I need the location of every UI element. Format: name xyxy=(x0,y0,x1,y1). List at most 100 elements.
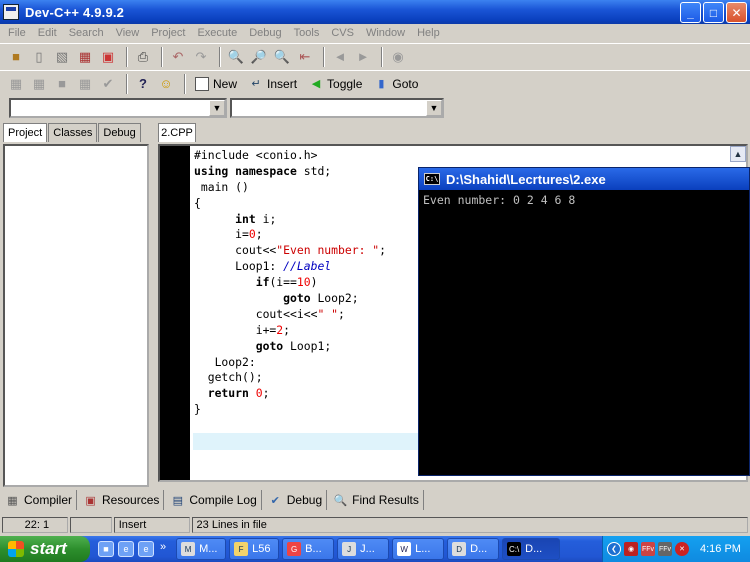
start-button[interactable]: start xyxy=(0,536,90,562)
menu-file[interactable]: File xyxy=(2,27,32,39)
code-line[interactable]: if(i==10) xyxy=(194,275,386,291)
member-select[interactable]: ▼ xyxy=(230,98,444,118)
rebuild-icon[interactable]: ▦ xyxy=(75,74,95,94)
remove-from-project-icon[interactable]: ► xyxy=(353,47,373,67)
find-next-icon[interactable]: 🔍 xyxy=(272,47,292,67)
document-icon: J xyxy=(342,542,357,556)
menu-cvs[interactable]: CVS xyxy=(325,27,360,39)
code-line[interactable]: Loop2: xyxy=(194,355,386,371)
code-line[interactable]: } xyxy=(194,402,386,418)
antivirus-icon[interactable]: ◉ xyxy=(624,542,638,556)
toggle-button[interactable]: ◀ Toggle xyxy=(305,73,366,95)
undo-icon[interactable]: ↶ xyxy=(168,47,188,67)
code-line[interactable]: i+=2; xyxy=(194,323,386,339)
project-icon[interactable]: ■ xyxy=(6,47,26,67)
goto-line-icon[interactable]: ⇤ xyxy=(295,47,315,67)
maximize-button[interactable]: □ xyxy=(703,2,724,23)
new-file-icon[interactable]: ▯ xyxy=(29,47,49,67)
code-line[interactable]: cout<<"Even number: "; xyxy=(194,243,386,259)
task-button-7[interactable]: C:\ D... xyxy=(502,538,561,560)
code-line[interactable]: { xyxy=(194,196,386,212)
code-line[interactable]: Loop1: //Label xyxy=(194,259,386,275)
code-line[interactable]: getch(); xyxy=(194,370,386,386)
task-button-2[interactable]: F L56 xyxy=(229,538,280,560)
tab-compiler[interactable]: ▦ Compiler xyxy=(3,490,78,510)
check-icon[interactable]: ✔ xyxy=(98,74,118,94)
editor-tab-2cpp[interactable]: 2.CPP xyxy=(158,123,196,142)
code-line[interactable]: cout<<i<<" "; xyxy=(194,307,386,323)
devcpp-app-icon[interactable] xyxy=(3,4,19,20)
menu-edit[interactable]: Edit xyxy=(32,27,63,39)
find-icon[interactable]: 🔍 xyxy=(226,47,246,67)
show-desktop-icon[interactable]: ■ xyxy=(98,541,114,557)
tab-debug-output[interactable]: ✔ Debug xyxy=(266,490,328,510)
code-line[interactable]: goto Loop1; xyxy=(194,339,386,355)
print-icon[interactable]: ⎙ xyxy=(133,47,153,67)
tray-ffv-icon[interactable]: FFv xyxy=(641,542,655,556)
code-line[interactable]: goto Loop2; xyxy=(194,291,386,307)
goto-button[interactable]: ▮ Goto xyxy=(370,73,422,95)
chevron-down-icon[interactable]: ▼ xyxy=(209,100,225,116)
tab-resources[interactable]: ▣ Resources xyxy=(81,490,165,510)
console-window[interactable]: C:\ D:\Shahid\Lecrtures\2.exe Even numbe… xyxy=(418,167,750,476)
tab-project[interactable]: Project xyxy=(3,123,48,142)
console-title-bar[interactable]: C:\ D:\Shahid\Lecrtures\2.exe xyxy=(419,168,749,190)
tray-alert-icon[interactable]: ✕ xyxy=(675,542,689,556)
insert-button[interactable]: ↵ Insert xyxy=(245,73,301,95)
about-icon[interactable]: ☺ xyxy=(156,74,176,94)
compile-run-icon[interactable]: ■ xyxy=(52,74,72,94)
code-line[interactable]: using namespace std; xyxy=(194,164,386,180)
help-icon[interactable]: ? xyxy=(133,74,153,94)
compile-icon[interactable]: ▦ xyxy=(6,74,26,94)
task-button-3[interactable]: G B... xyxy=(282,538,335,560)
redo-icon[interactable]: ↷ xyxy=(191,47,211,67)
scroll-up-icon[interactable]: ▲ xyxy=(730,146,746,162)
quick-launch-chevron[interactable]: » xyxy=(160,541,166,557)
minimize-button[interactable]: _ xyxy=(680,2,701,23)
add-to-project-icon[interactable]: ◄ xyxy=(330,47,350,67)
source-code[interactable]: #include <conio.h> using namespace std; m… xyxy=(194,148,386,418)
tab-classes[interactable]: Classes xyxy=(48,123,98,142)
save-all-icon[interactable]: ▣ xyxy=(98,47,118,67)
code-line[interactable]: i=0; xyxy=(194,227,386,243)
menu-execute[interactable]: Execute xyxy=(191,27,243,39)
tab-compile-log[interactable]: ▤ Compile Log xyxy=(168,490,262,510)
replace-icon[interactable]: 🔎 xyxy=(249,47,269,67)
menu-search[interactable]: Search xyxy=(63,27,110,39)
class-browser-icon[interactable]: ◉ xyxy=(388,47,408,67)
menu-tools[interactable]: Tools xyxy=(288,27,326,39)
new-button[interactable]: New xyxy=(191,73,241,95)
code-line[interactable]: int i; xyxy=(194,212,386,228)
task-button-1[interactable]: M M... xyxy=(176,538,227,560)
internet-explorer-icon[interactable]: e xyxy=(118,541,134,557)
tab-compile-log-label: Compile Log xyxy=(189,493,257,507)
code-line[interactable]: #include <conio.h> xyxy=(194,148,386,164)
chrome-icon: G xyxy=(287,542,302,556)
task-button-6[interactable]: D D... xyxy=(447,538,500,560)
close-button[interactable]: ✕ xyxy=(726,2,747,23)
open-file-icon[interactable]: ▧ xyxy=(52,47,72,67)
toggle-button-label: Toggle xyxy=(327,76,363,91)
task-button-4[interactable]: J J... xyxy=(337,538,390,560)
browser-icon[interactable]: e xyxy=(138,541,154,557)
menu-view[interactable]: View xyxy=(110,27,146,39)
project-panel[interactable] xyxy=(3,144,149,487)
menu-project[interactable]: Project xyxy=(145,27,191,39)
tab-find-results[interactable]: 🔍 Find Results xyxy=(331,490,424,510)
class-select[interactable]: ▼ xyxy=(9,98,227,118)
menu-help[interactable]: Help xyxy=(411,27,446,39)
new-doc-icon xyxy=(195,76,209,91)
menu-window[interactable]: Window xyxy=(360,27,411,39)
tab-debug[interactable]: Debug xyxy=(98,123,141,142)
run-icon[interactable]: ▦ xyxy=(29,74,49,94)
tray-expand-icon[interactable]: ❮ xyxy=(607,542,621,556)
goto-button-label: Goto xyxy=(392,76,419,91)
code-line[interactable]: return 0; xyxy=(194,386,386,402)
save-icon[interactable]: ▦ xyxy=(75,47,95,67)
task-button-5[interactable]: W L... xyxy=(392,538,445,560)
tray-ffv-icon[interactable]: FFv xyxy=(658,542,672,556)
menu-debug[interactable]: Debug xyxy=(243,27,287,39)
code-line[interactable]: main () xyxy=(194,180,386,196)
code-token: ; xyxy=(255,227,263,242)
chevron-down-icon[interactable]: ▼ xyxy=(426,100,442,116)
